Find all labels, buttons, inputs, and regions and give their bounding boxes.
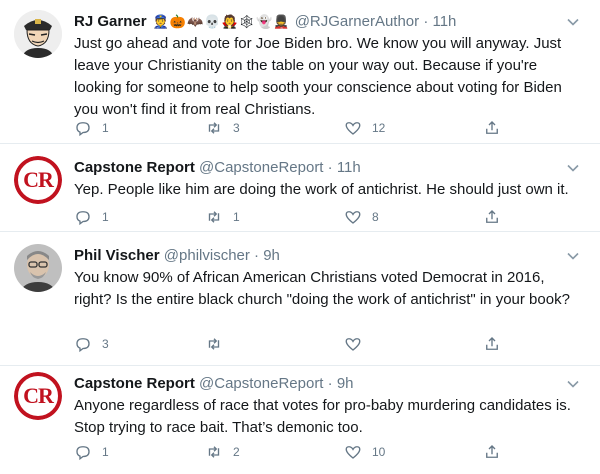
like-count: 10 <box>372 445 386 459</box>
author-name[interactable]: RJ Garner <box>74 13 147 30</box>
share-button[interactable] <box>483 334 511 354</box>
author-name[interactable]: Capstone Report <box>74 159 195 176</box>
capstone-logo-avatar: CR <box>14 372 62 420</box>
avatar[interactable] <box>14 10 62 58</box>
avatar[interactable]: CR <box>14 372 62 420</box>
reply-count: 3 <box>102 337 109 351</box>
tweet-text: Just go ahead and vote for Joe Biden bro… <box>74 35 562 118</box>
avatar[interactable]: CR <box>14 156 62 204</box>
reply-icon <box>76 446 90 461</box>
author-handle[interactable]: @CapstoneReport <box>199 159 323 176</box>
timestamp[interactable]: · 11h <box>423 13 456 30</box>
tweet[interactable]: CR Capstone Report @CapstoneReport · 9h … <box>0 366 600 474</box>
author-name[interactable]: Phil Vischer <box>74 247 160 264</box>
reply-count: 1 <box>102 445 109 459</box>
timestamp[interactable]: · 9h <box>328 375 354 392</box>
reply-button[interactable]: 1 <box>74 118 109 138</box>
chevron-down-icon[interactable] <box>566 15 580 29</box>
like-count: 12 <box>372 121 386 135</box>
retweet-count: 3 <box>233 121 240 135</box>
reply-icon <box>76 338 90 353</box>
share-icon <box>486 210 498 223</box>
share-button[interactable] <box>483 207 511 227</box>
retweet-icon <box>208 211 220 223</box>
retweet-icon <box>208 446 220 458</box>
heart-icon <box>345 446 361 459</box>
like-count: 8 <box>372 210 379 224</box>
share-button[interactable] <box>483 442 511 462</box>
heart-icon <box>345 338 361 351</box>
retweet-count: 1 <box>233 210 240 224</box>
tweet[interactable]: RJ Garner 👮🎃🦇💀🧛🕸👻💂 @RJGarnerAuthor · 11h… <box>0 0 600 144</box>
tweet-text: Yep. People like him are doing the work … <box>74 181 569 198</box>
retweet-button[interactable] <box>205 334 233 354</box>
retweet-button[interactable]: 2 <box>205 442 240 462</box>
reply-button[interactable]: 3 <box>74 334 109 354</box>
tweet-header: Capstone Report @CapstoneReport · 11h <box>74 158 560 178</box>
tweet-text: You know 90% of African American Christi… <box>74 269 570 308</box>
capstone-logo-avatar: CR <box>14 156 62 204</box>
like-button[interactable]: 12 <box>344 118 385 138</box>
retweet-count: 2 <box>233 445 240 459</box>
share-icon <box>486 121 498 134</box>
tweet-text: Anyone regardless of race that votes for… <box>74 397 571 436</box>
timestamp[interactable]: · 11h <box>328 159 361 176</box>
reply-button[interactable]: 1 <box>74 207 109 227</box>
tweet[interactable]: Phil Vischer @philvischer · 9h You know … <box>0 232 600 366</box>
tweet[interactable]: CR Capstone Report @CapstoneReport · 11h… <box>0 144 600 232</box>
retweet-button[interactable]: 1 <box>205 207 240 227</box>
retweet-button[interactable]: 3 <box>205 118 240 138</box>
reply-button[interactable]: 1 <box>74 442 109 462</box>
chevron-down-icon[interactable] <box>566 377 580 391</box>
share-icon <box>486 445 498 458</box>
like-button[interactable]: 8 <box>344 207 379 227</box>
reply-count: 1 <box>102 210 109 224</box>
like-button[interactable]: 10 <box>344 442 385 462</box>
heart-icon <box>345 211 361 224</box>
tweet-actions: 1 2 10 <box>74 442 498 462</box>
author-emoji: 👮🎃🦇💀🧛🕸👻💂 <box>152 15 291 30</box>
police-cartoon-avatar-icon <box>14 10 62 58</box>
share-icon <box>486 337 498 350</box>
tweet-actions: 1 1 8 <box>74 207 498 227</box>
chevron-down-icon[interactable] <box>566 161 580 175</box>
user-photo-avatar-icon <box>14 244 62 292</box>
retweet-icon <box>208 122 220 134</box>
tweet-header: Capstone Report @CapstoneReport · 9h <box>74 374 560 394</box>
tweet-actions: 1 3 12 <box>74 118 498 138</box>
retweet-icon <box>208 338 220 350</box>
reply-count: 1 <box>102 121 109 135</box>
chevron-down-icon[interactable] <box>566 249 580 263</box>
tweet-header: Phil Vischer @philvischer · 9h <box>74 246 560 266</box>
tweet-header: RJ Garner 👮🎃🦇💀🧛🕸👻💂 @RJGarnerAuthor · 11h <box>74 12 560 33</box>
author-name[interactable]: Capstone Report <box>74 375 195 392</box>
author-handle[interactable]: @CapstoneReport <box>199 375 323 392</box>
reply-icon <box>76 211 90 226</box>
author-handle[interactable]: @philvischer <box>164 247 250 264</box>
share-button[interactable] <box>483 118 511 138</box>
reply-icon <box>76 122 90 137</box>
tweet-actions: 3 <box>74 334 498 354</box>
like-button[interactable] <box>344 334 372 354</box>
timestamp[interactable]: · 9h <box>254 247 280 264</box>
author-handle[interactable]: @RJGarnerAuthor <box>295 13 419 30</box>
avatar[interactable] <box>14 244 62 292</box>
heart-icon <box>345 122 361 135</box>
